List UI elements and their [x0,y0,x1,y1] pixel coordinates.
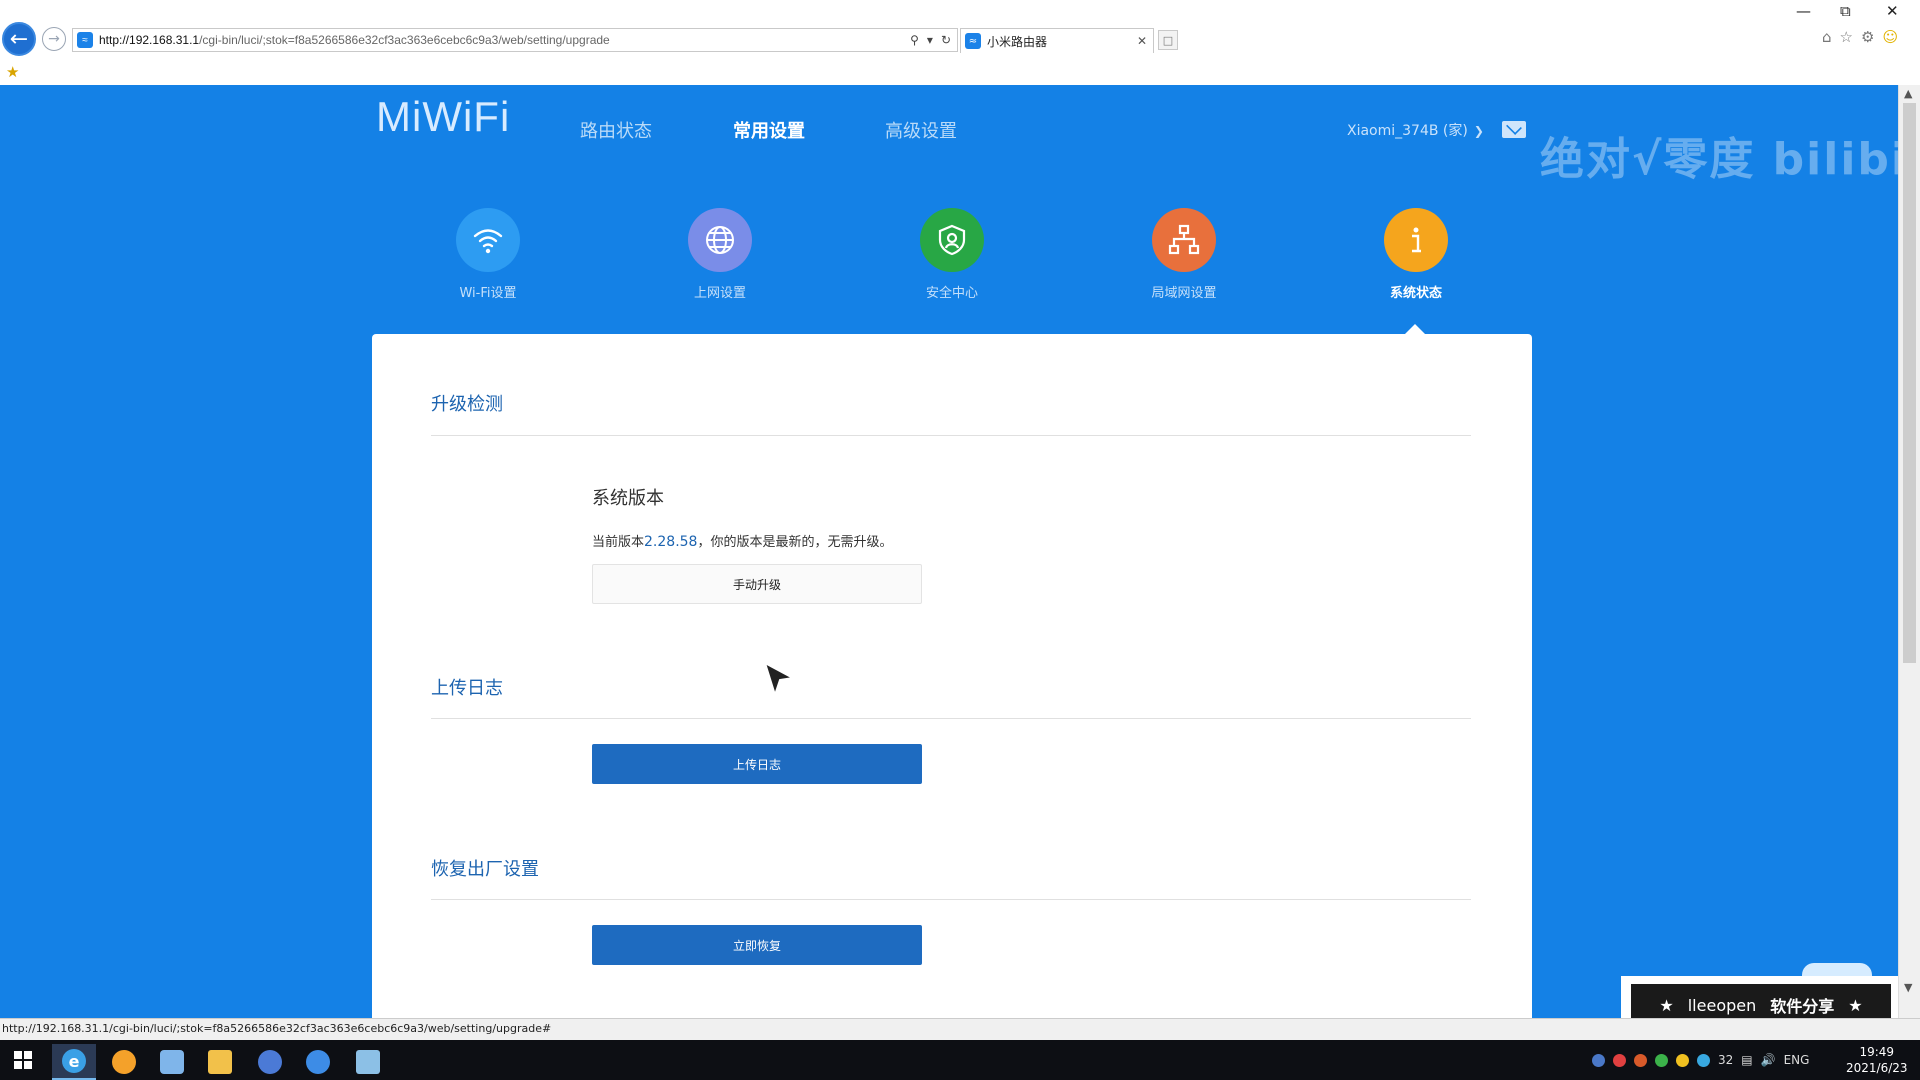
router-name-dropdown[interactable]: Xiaomi_374B (家) ❯ [1347,120,1484,140]
divider [431,899,1471,900]
address-bar[interactable]: ≈ http://192.168.31.1/cgi-bin/luci/;stok… [72,28,958,52]
star-icon: ★ [1848,995,1863,1015]
taskbar-app[interactable] [248,1044,292,1080]
watermark: 绝对√零度 bilibili [1540,134,1898,185]
tray-icon[interactable] [1613,1053,1626,1067]
system-tray: 32 ▤ 🔊 ENG [1592,1053,1809,1067]
manual-upgrade-button[interactable]: 手动升级 [592,564,922,604]
browser-icon [306,1050,330,1074]
language-indicator[interactable]: ENG [1784,1053,1810,1067]
category-label: Wi-Fi设置 [459,286,517,301]
taskbar-browser[interactable] [296,1044,340,1080]
content-panel: 升级检测 系统版本 当前版本2.28.58，你的版本是最新的，无需升级。 手动升… [372,334,1532,1018]
network-icon [1152,208,1216,272]
category-wifi-settings[interactable]: Wi-Fi设置 [418,208,558,301]
tray-icon[interactable] [1697,1053,1710,1067]
category-label: 上网设置 [693,286,746,301]
forward-button[interactable]: → [42,27,66,51]
feedback-smiley-icon[interactable]: ☺ [1882,28,1898,46]
network-tray-icon[interactable]: ▤ [1741,1053,1752,1067]
version-number: 2.28.58 [644,534,698,550]
arrow-left-icon: ← [9,26,29,52]
section-title-upload-log: 上传日志 [431,678,503,699]
app-icon [112,1050,136,1074]
minimize-icon[interactable]: — [1796,2,1811,20]
gear-icon[interactable]: ⚙ [1861,28,1874,46]
taskbar-app[interactable] [150,1044,194,1080]
browser-tab[interactable]: ≈ 小米路由器 ✕ [960,28,1154,53]
taskbar-app[interactable] [102,1044,146,1080]
status-bar: http://192.168.31.1/cgi-bin/luci/;stok=f… [0,1018,1920,1040]
category-label: 安全中心 [925,286,978,301]
restore-icon[interactable]: ⧉ [1840,2,1851,20]
taskbar-app[interactable] [346,1044,390,1080]
globe-icon [688,208,752,272]
category-security-center[interactable]: 安全中心 [882,208,1022,301]
category-internet-settings[interactable]: 上网设置 [650,208,790,301]
dropdown-icon[interactable]: ▾ [927,33,933,47]
app-icon [160,1050,184,1074]
restore-now-button[interactable]: 立即恢复 [592,925,922,965]
divider [431,718,1471,719]
tab-title: 小米路由器 [987,34,1048,49]
favorites-icon[interactable]: ★ [6,63,19,81]
wifi-icon [456,208,520,272]
system-version-title: 系统版本 [592,488,664,509]
arrow-right-icon: → [48,31,60,47]
browser-tools: ⌂ ☆ ⚙ ☺ [1822,28,1898,46]
scroll-up-icon[interactable]: ▲ [1904,87,1912,100]
nav-router-status[interactable]: 路由状态 [580,117,652,143]
clock[interactable]: 19:49 2021/6/23 [1846,1044,1908,1076]
ie-icon: e [62,1049,86,1073]
taskbar: e 32 ▤ 🔊 ENG 19:49 2021/6/23 [0,1040,1920,1080]
shield-tray-icon[interactable] [1676,1053,1689,1067]
windows-start-icon[interactable] [14,1051,32,1069]
star-icon: ★ [1659,995,1674,1015]
tab-favicon-icon: ≈ [965,33,981,49]
back-button[interactable]: ← [2,22,36,56]
miwifi-logo[interactable]: MiWiFi [376,93,510,141]
info-icon [1384,208,1448,272]
search-icon[interactable]: ⚲ [910,33,919,47]
nav-advanced-settings[interactable]: 高级设置 [885,117,957,143]
volume-icon[interactable]: 🔊 [1761,1053,1776,1067]
section-title-upgrade: 升级检测 [431,394,503,415]
browser-chrome: ← → ≈ http://192.168.31.1/cgi-bin/luci/;… [0,0,1920,85]
tray-count: 32 [1718,1053,1734,1067]
chevron-down-icon: ❯ [1473,124,1484,138]
category-label: 局域网设置 [1151,286,1217,301]
home-icon[interactable]: ⌂ [1822,28,1832,46]
upload-log-button[interactable]: 上传日志 [592,744,922,784]
scroll-down-icon[interactable]: ▼ [1904,981,1912,994]
nav-common-settings[interactable]: 常用设置 [733,117,805,143]
taskbar-internet-explorer[interactable]: e [52,1044,96,1080]
category-system-status[interactable]: 系统状态 [1346,208,1486,301]
mouse-cursor-icon [763,661,797,699]
category-label: 系统状态 [1389,286,1442,301]
category-lan-settings[interactable]: 局域网设置 [1114,208,1254,301]
tray-icon[interactable] [1634,1053,1647,1067]
section-title-factory-reset: 恢复出厂设置 [431,859,539,880]
favorites-star-icon[interactable]: ☆ [1840,28,1853,46]
refresh-icon[interactable]: ↻ [941,33,951,47]
close-icon[interactable]: ✕ [1886,2,1899,20]
site-favicon-icon: ≈ [77,32,93,48]
active-category-pointer [1405,324,1425,334]
tray-icon[interactable] [1655,1053,1668,1067]
shield-icon [920,208,984,272]
scrollbar-thumb[interactable] [1903,103,1916,663]
vertical-scrollbar[interactable]: ▲ ▼ [1898,85,1920,1018]
mail-icon[interactable] [1502,121,1526,138]
system-version-text: 当前版本2.28.58，你的版本是最新的，无需升级。 [592,534,893,550]
address-url[interactable]: http://192.168.31.1/cgi-bin/luci/;stok=f… [99,33,910,47]
taskbar-file-explorer[interactable] [198,1044,242,1080]
new-tab-button[interactable]: □ [1158,30,1178,50]
tab-close-icon[interactable]: ✕ [1131,34,1153,48]
divider [431,435,1471,436]
router-page: MiWiFi 路由状态 常用设置 高级设置 Xiaomi_374B (家) ❯ 绝… [0,85,1898,1018]
app-icon [258,1050,282,1074]
folder-icon [208,1050,232,1074]
app-icon [356,1050,380,1074]
tray-icon[interactable] [1592,1053,1605,1067]
